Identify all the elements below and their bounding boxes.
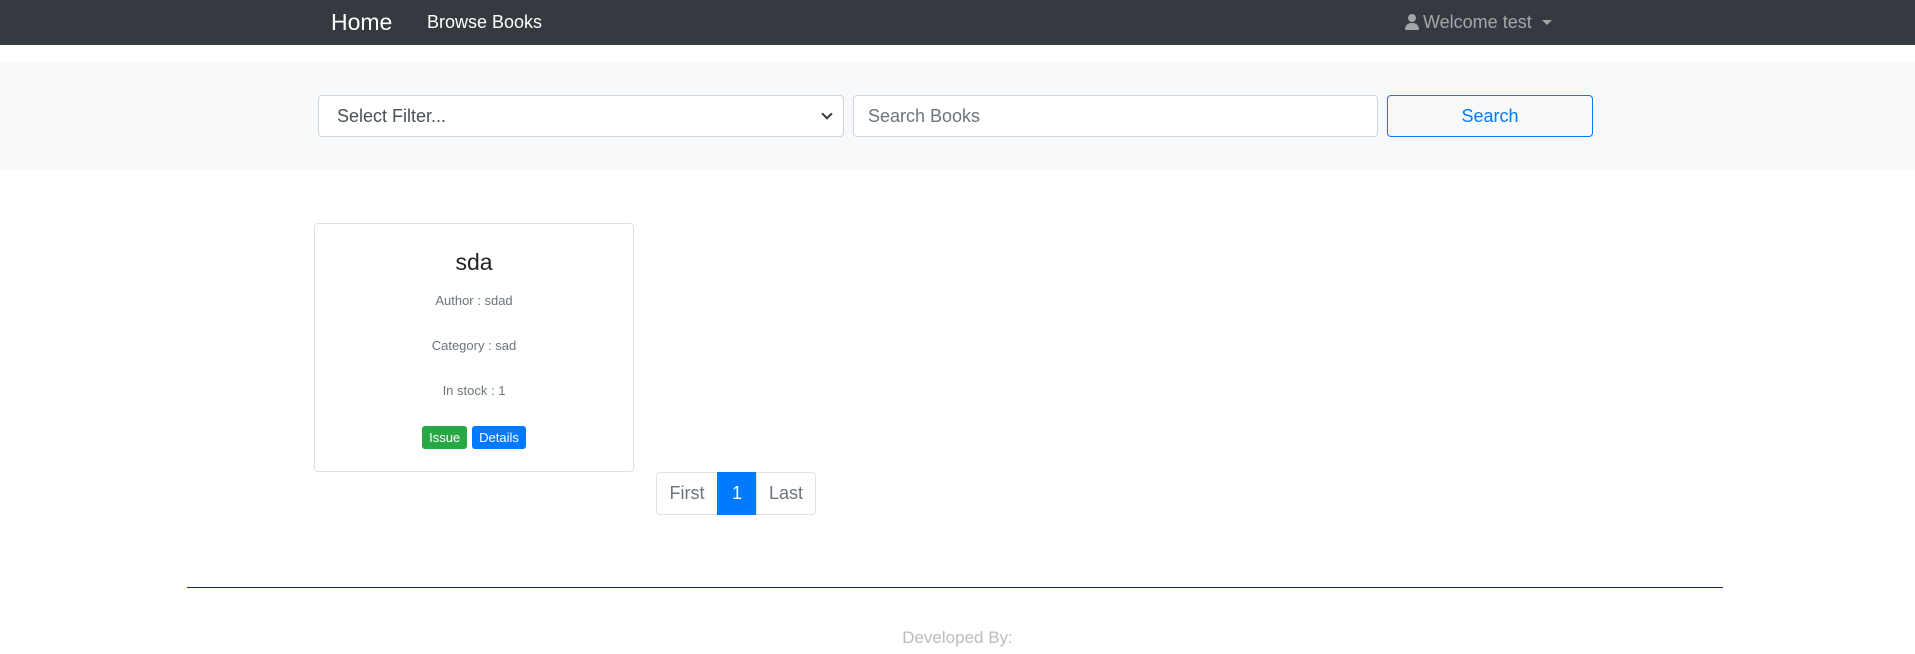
nav-link-browse-books[interactable]: Browse Books	[427, 11, 542, 33]
book-title: sda	[455, 249, 493, 275]
page-current-button[interactable]: 1	[717, 472, 757, 515]
footer-credit: Developed By:	[902, 628, 1013, 647]
caret-down-icon	[1541, 19, 1552, 25]
user-menu-label: Welcome test	[1423, 12, 1532, 32]
user-menu-dropdown[interactable]: Welcome test	[1405, 11, 1552, 33]
search-bar: Select Filter... Search	[0, 63, 1915, 169]
navbar: Home Browse Books Welcome test	[0, 0, 1915, 45]
search-input[interactable]	[853, 95, 1378, 137]
search-button[interactable]: Search	[1387, 95, 1593, 137]
chevron-down-icon	[821, 108, 833, 120]
filter-select[interactable]: Select Filter...	[318, 95, 844, 137]
footer-divider	[187, 587, 1723, 588]
user-icon	[1405, 14, 1419, 30]
book-category: Category : sad	[431, 338, 517, 353]
book-stock: In stock : 1	[442, 383, 506, 398]
pagination: First 1 Last	[656, 472, 816, 515]
page-last-button[interactable]: Last	[756, 472, 816, 515]
details-button[interactable]: Details	[472, 426, 526, 449]
brand-home-link[interactable]: Home	[331, 9, 392, 36]
page-first-button[interactable]: First	[656, 472, 718, 515]
issue-button[interactable]: Issue	[422, 426, 468, 449]
book-card: sda Author : sdad Category : sad In stoc…	[314, 223, 634, 472]
book-author: Author : sdad	[435, 293, 513, 308]
book-actions: Issue Details	[315, 426, 633, 449]
filter-select-value: Select Filter...	[337, 105, 447, 126]
